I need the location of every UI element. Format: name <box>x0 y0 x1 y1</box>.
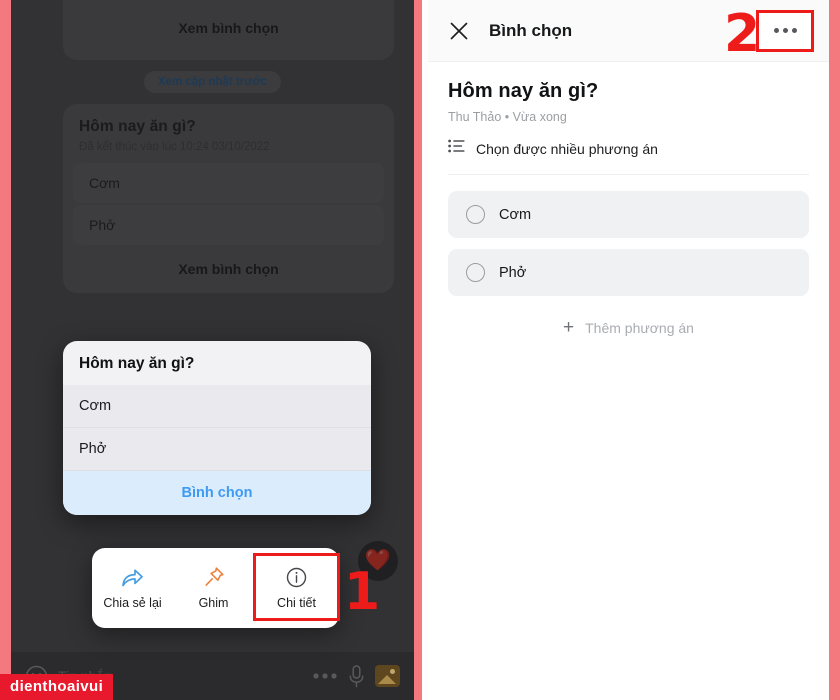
poll-options-list: Cơm Phở <box>448 175 809 296</box>
panel-divider <box>414 0 422 700</box>
context-menu-item-share[interactable]: Chia sẻ lại <box>92 560 173 612</box>
poll-detail-body: Hôm nay ăn gì? Thu Thảo • Vừa xong Chọn … <box>428 62 829 337</box>
more-options-button[interactable] <box>756 9 814 52</box>
view-votes-label-ended[interactable]: Xem bình chọn <box>63 247 394 293</box>
right-edge-border <box>829 0 840 700</box>
screenshot-root: Xem bình chọn Xem cập nhật trước Hôm nay… <box>0 0 840 700</box>
annotation-step-2: 2 <box>724 4 761 64</box>
more-options-icon[interactable] <box>312 671 338 681</box>
poll-option-label: Cơm <box>499 206 532 223</box>
add-option-button[interactable]: + Thêm phương án <box>448 307 809 337</box>
radio-icon[interactable] <box>466 205 485 224</box>
poll-option-label: Phở <box>499 264 527 281</box>
poll-title-highlighted: Hôm nay ăn gì? <box>79 355 195 372</box>
pin-icon <box>203 565 225 589</box>
add-option-label: Thêm phương án <box>585 319 694 336</box>
message-context-menu: Chia sẻ lại Ghim Chi tiết <box>92 548 340 628</box>
poll-option[interactable]: Cơm <box>63 385 371 428</box>
photo-icon[interactable] <box>375 665 400 687</box>
view-votes-label-top[interactable]: Xem bình chọn <box>63 6 394 52</box>
more-options-icon <box>791 28 797 33</box>
poll-question: Hôm nay ăn gì? <box>448 80 599 102</box>
system-pill-wrap: Xem cập nhật trước <box>11 60 414 104</box>
page-title: Bình chọn <box>489 20 573 40</box>
list-icon <box>448 139 465 158</box>
more-options-icon <box>782 28 788 33</box>
view-previous-updates-pill[interactable]: Xem cập nhật trước <box>143 71 282 93</box>
right-panel-poll-detail: Bình chọn Hôm nay ăn gì? Thu Thảo • Vừa … <box>420 0 840 700</box>
poll-detail-header: Bình chọn <box>428 0 829 62</box>
plus-icon: + <box>563 317 575 338</box>
poll-card-highlighted[interactable]: Hôm nay ăn gì? Cơm Phở Bình chọn <box>63 341 371 515</box>
poll-option-row[interactable]: Cơm <box>448 191 809 238</box>
vote-button[interactable]: Bình chọn <box>63 471 371 515</box>
annotation-step-1: 1 <box>344 562 381 622</box>
poll-mode-label: Chọn được nhiều phương án <box>476 140 658 157</box>
poll-meta: Thu Thảo • Vừa xong <box>448 110 567 124</box>
poll-option[interactable]: Phở <box>63 428 371 471</box>
context-menu-label: Ghim <box>198 596 229 610</box>
poll-title-ended: Hôm nay ăn gì? <box>79 118 196 135</box>
poll-card-partial[interactable]: Xem bình chọn <box>63 0 394 60</box>
info-circle-icon <box>286 565 307 589</box>
microphone-icon[interactable] <box>348 664 365 689</box>
context-menu-item-pin[interactable]: Ghim <box>173 560 254 612</box>
poll-detail-container: Bình chọn Hôm nay ăn gì? Thu Thảo • Vừa … <box>428 0 829 700</box>
share-arrow-icon <box>121 565 144 589</box>
poll-option-row[interactable]: Phở <box>448 249 809 296</box>
context-menu-item-details[interactable]: Chi tiết <box>253 553 340 621</box>
poll-mode-row: Chọn được nhiều phương án <box>448 124 809 175</box>
left-edge-border <box>0 0 11 700</box>
poll-subtitle-ended: Đã kết thúc vào lúc 10:24 03/10/2022 <box>79 141 270 153</box>
poll-option[interactable]: Cơm <box>73 163 384 203</box>
close-icon[interactable] <box>448 20 470 42</box>
context-menu-label: Chi tiết <box>277 596 316 610</box>
poll-card-ended[interactable]: Hôm nay ăn gì? Đã kết thúc vào lúc 10:24… <box>63 104 394 293</box>
watermark: dienthoaivui <box>0 674 114 700</box>
more-options-icon <box>773 28 779 33</box>
poll-option[interactable]: Phở <box>73 205 384 245</box>
radio-icon[interactable] <box>466 263 485 282</box>
context-menu-label: Chia sẻ lại <box>103 596 162 610</box>
